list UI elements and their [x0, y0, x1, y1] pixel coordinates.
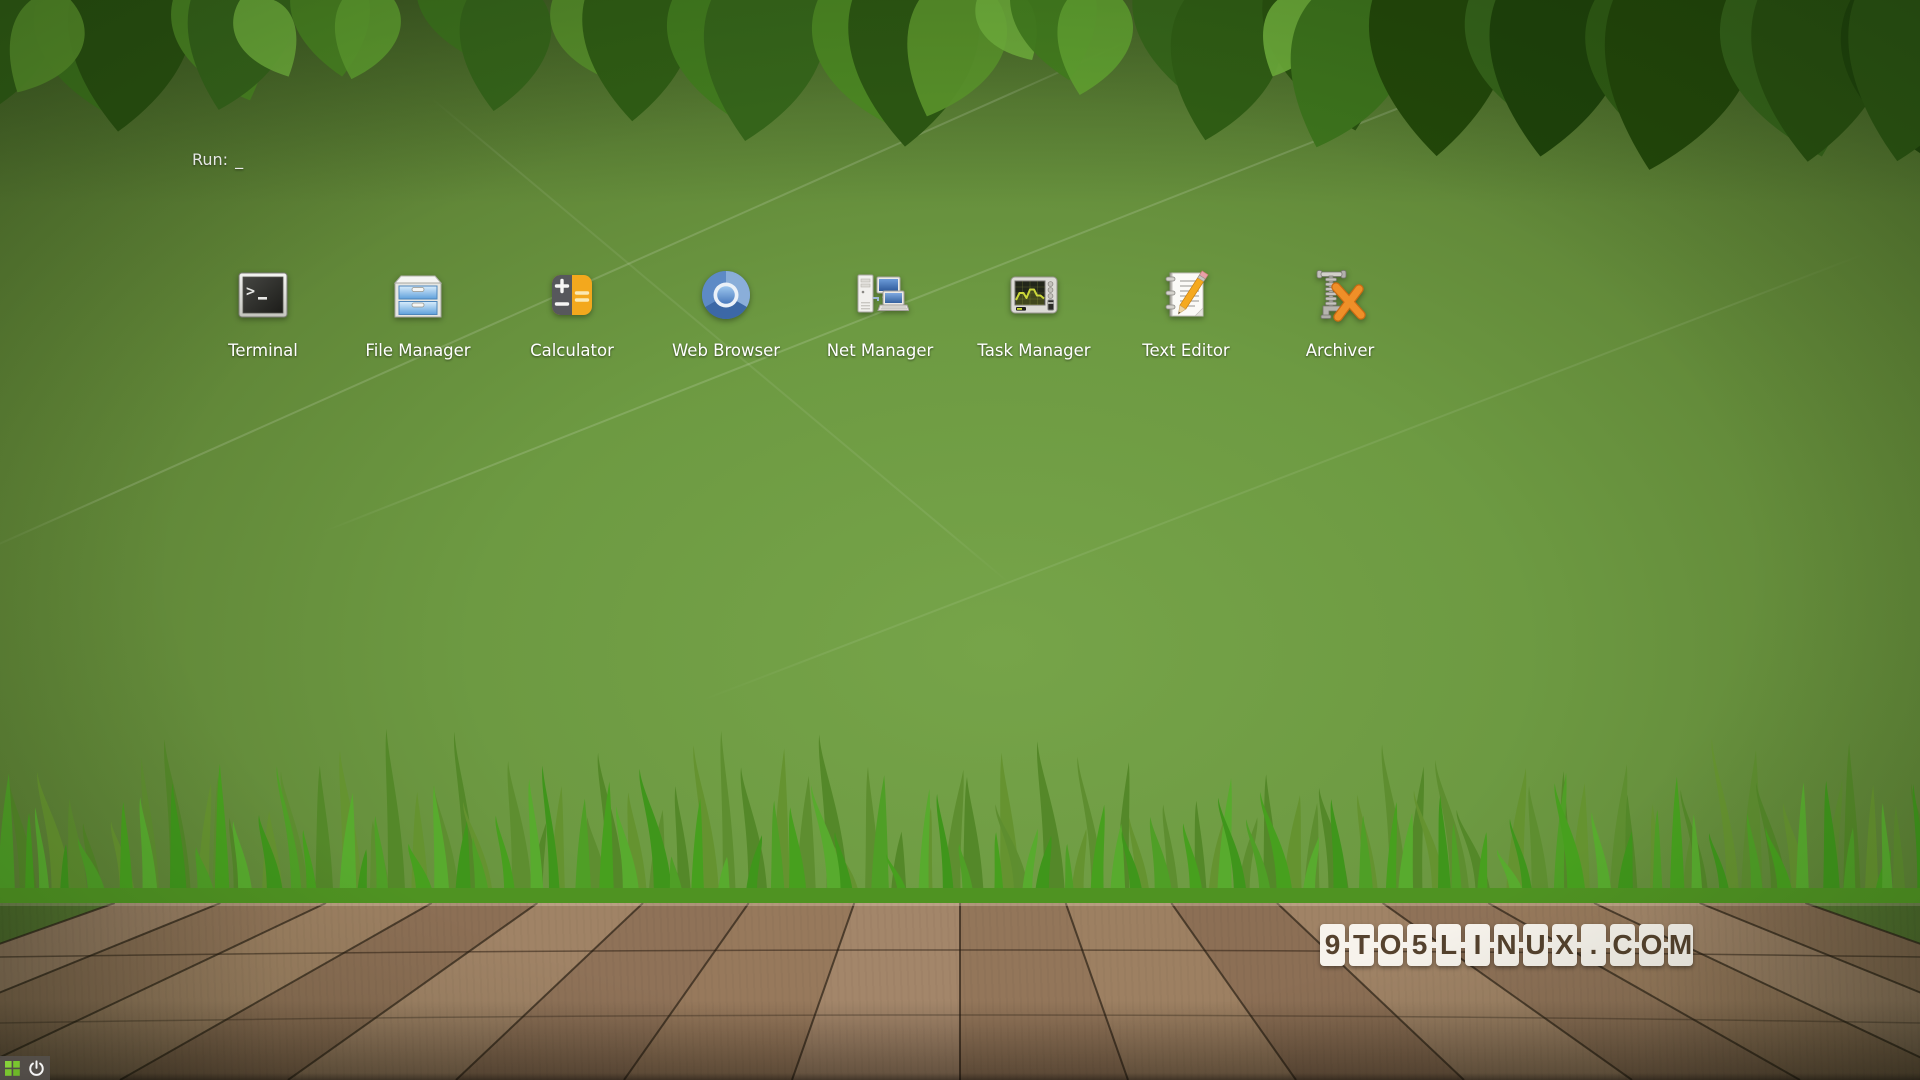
notepad-pencil-icon	[1157, 266, 1215, 324]
terminal-icon: >	[234, 266, 292, 324]
watermark-tile: 9	[1320, 924, 1345, 966]
watermark-tile: M	[1668, 924, 1693, 966]
calculator-icon	[543, 266, 601, 324]
leaves-decoration	[0, 0, 1920, 270]
power-icon	[28, 1060, 45, 1077]
watermark-tile: X	[1552, 924, 1577, 966]
launcher-item-label: Web Browser	[672, 341, 780, 360]
launcher-item-label: Terminal	[228, 341, 298, 360]
watermark-tile: U	[1523, 924, 1548, 966]
run-prompt-label: Run:	[192, 150, 228, 169]
watermark-tile: C	[1610, 924, 1635, 966]
archive-clamp-icon	[1311, 266, 1369, 324]
launcher-item-calculator[interactable]: Calculator	[497, 266, 647, 360]
launcher-item-task-manager[interactable]: Task Manager	[959, 266, 1109, 360]
run-prompt-cursor: _	[235, 150, 243, 169]
launcher-item-label: Text Editor	[1142, 341, 1229, 360]
watermark-tile: I	[1465, 924, 1490, 966]
power-button[interactable]	[28, 1060, 44, 1076]
launcher-item-text-editor[interactable]: Text Editor	[1111, 266, 1261, 360]
launcher-item-archiver[interactable]: Archiver	[1265, 266, 1415, 360]
chromium-browser-icon	[697, 266, 755, 324]
watermark-tile: O	[1378, 924, 1403, 966]
watermark-tile: T	[1349, 924, 1374, 966]
svg-text:>: >	[246, 282, 255, 300]
system-monitor-icon	[1005, 266, 1063, 324]
app-grid-menu-icon	[5, 1061, 20, 1076]
app-menu-button[interactable]	[4, 1060, 20, 1076]
launcher-item-terminal[interactable]: > Terminal	[188, 266, 338, 360]
watermark-tile: .	[1581, 924, 1606, 966]
launcher-item-web-browser[interactable]: Web Browser	[651, 266, 801, 360]
file-cabinet-icon	[389, 266, 447, 324]
watermark-tile: L	[1436, 924, 1461, 966]
launcher-item-net-manager[interactable]: Net Manager	[805, 266, 955, 360]
watermark: 9TO5LINUX.COM	[1320, 924, 1693, 966]
run-prompt[interactable]: Run: _	[192, 150, 243, 169]
launcher-item-label: Task Manager	[977, 341, 1090, 360]
panel-strip	[0, 1073, 1920, 1080]
watermark-tile: 5	[1407, 924, 1432, 966]
desktop: Run: _ > Terminal File Manager Calculator…	[0, 0, 1920, 1080]
grass-decoration	[0, 707, 1920, 903]
taskbar	[0, 1056, 50, 1080]
launcher-item-label: Archiver	[1306, 341, 1375, 360]
watermark-tile: N	[1494, 924, 1519, 966]
launcher-item-label: Calculator	[530, 341, 614, 360]
launcher-item-file-manager[interactable]: File Manager	[343, 266, 493, 360]
watermark-tile: O	[1639, 924, 1664, 966]
launcher-item-label: Net Manager	[827, 341, 934, 360]
launcher-item-label: File Manager	[365, 341, 470, 360]
network-computers-icon	[851, 266, 909, 324]
